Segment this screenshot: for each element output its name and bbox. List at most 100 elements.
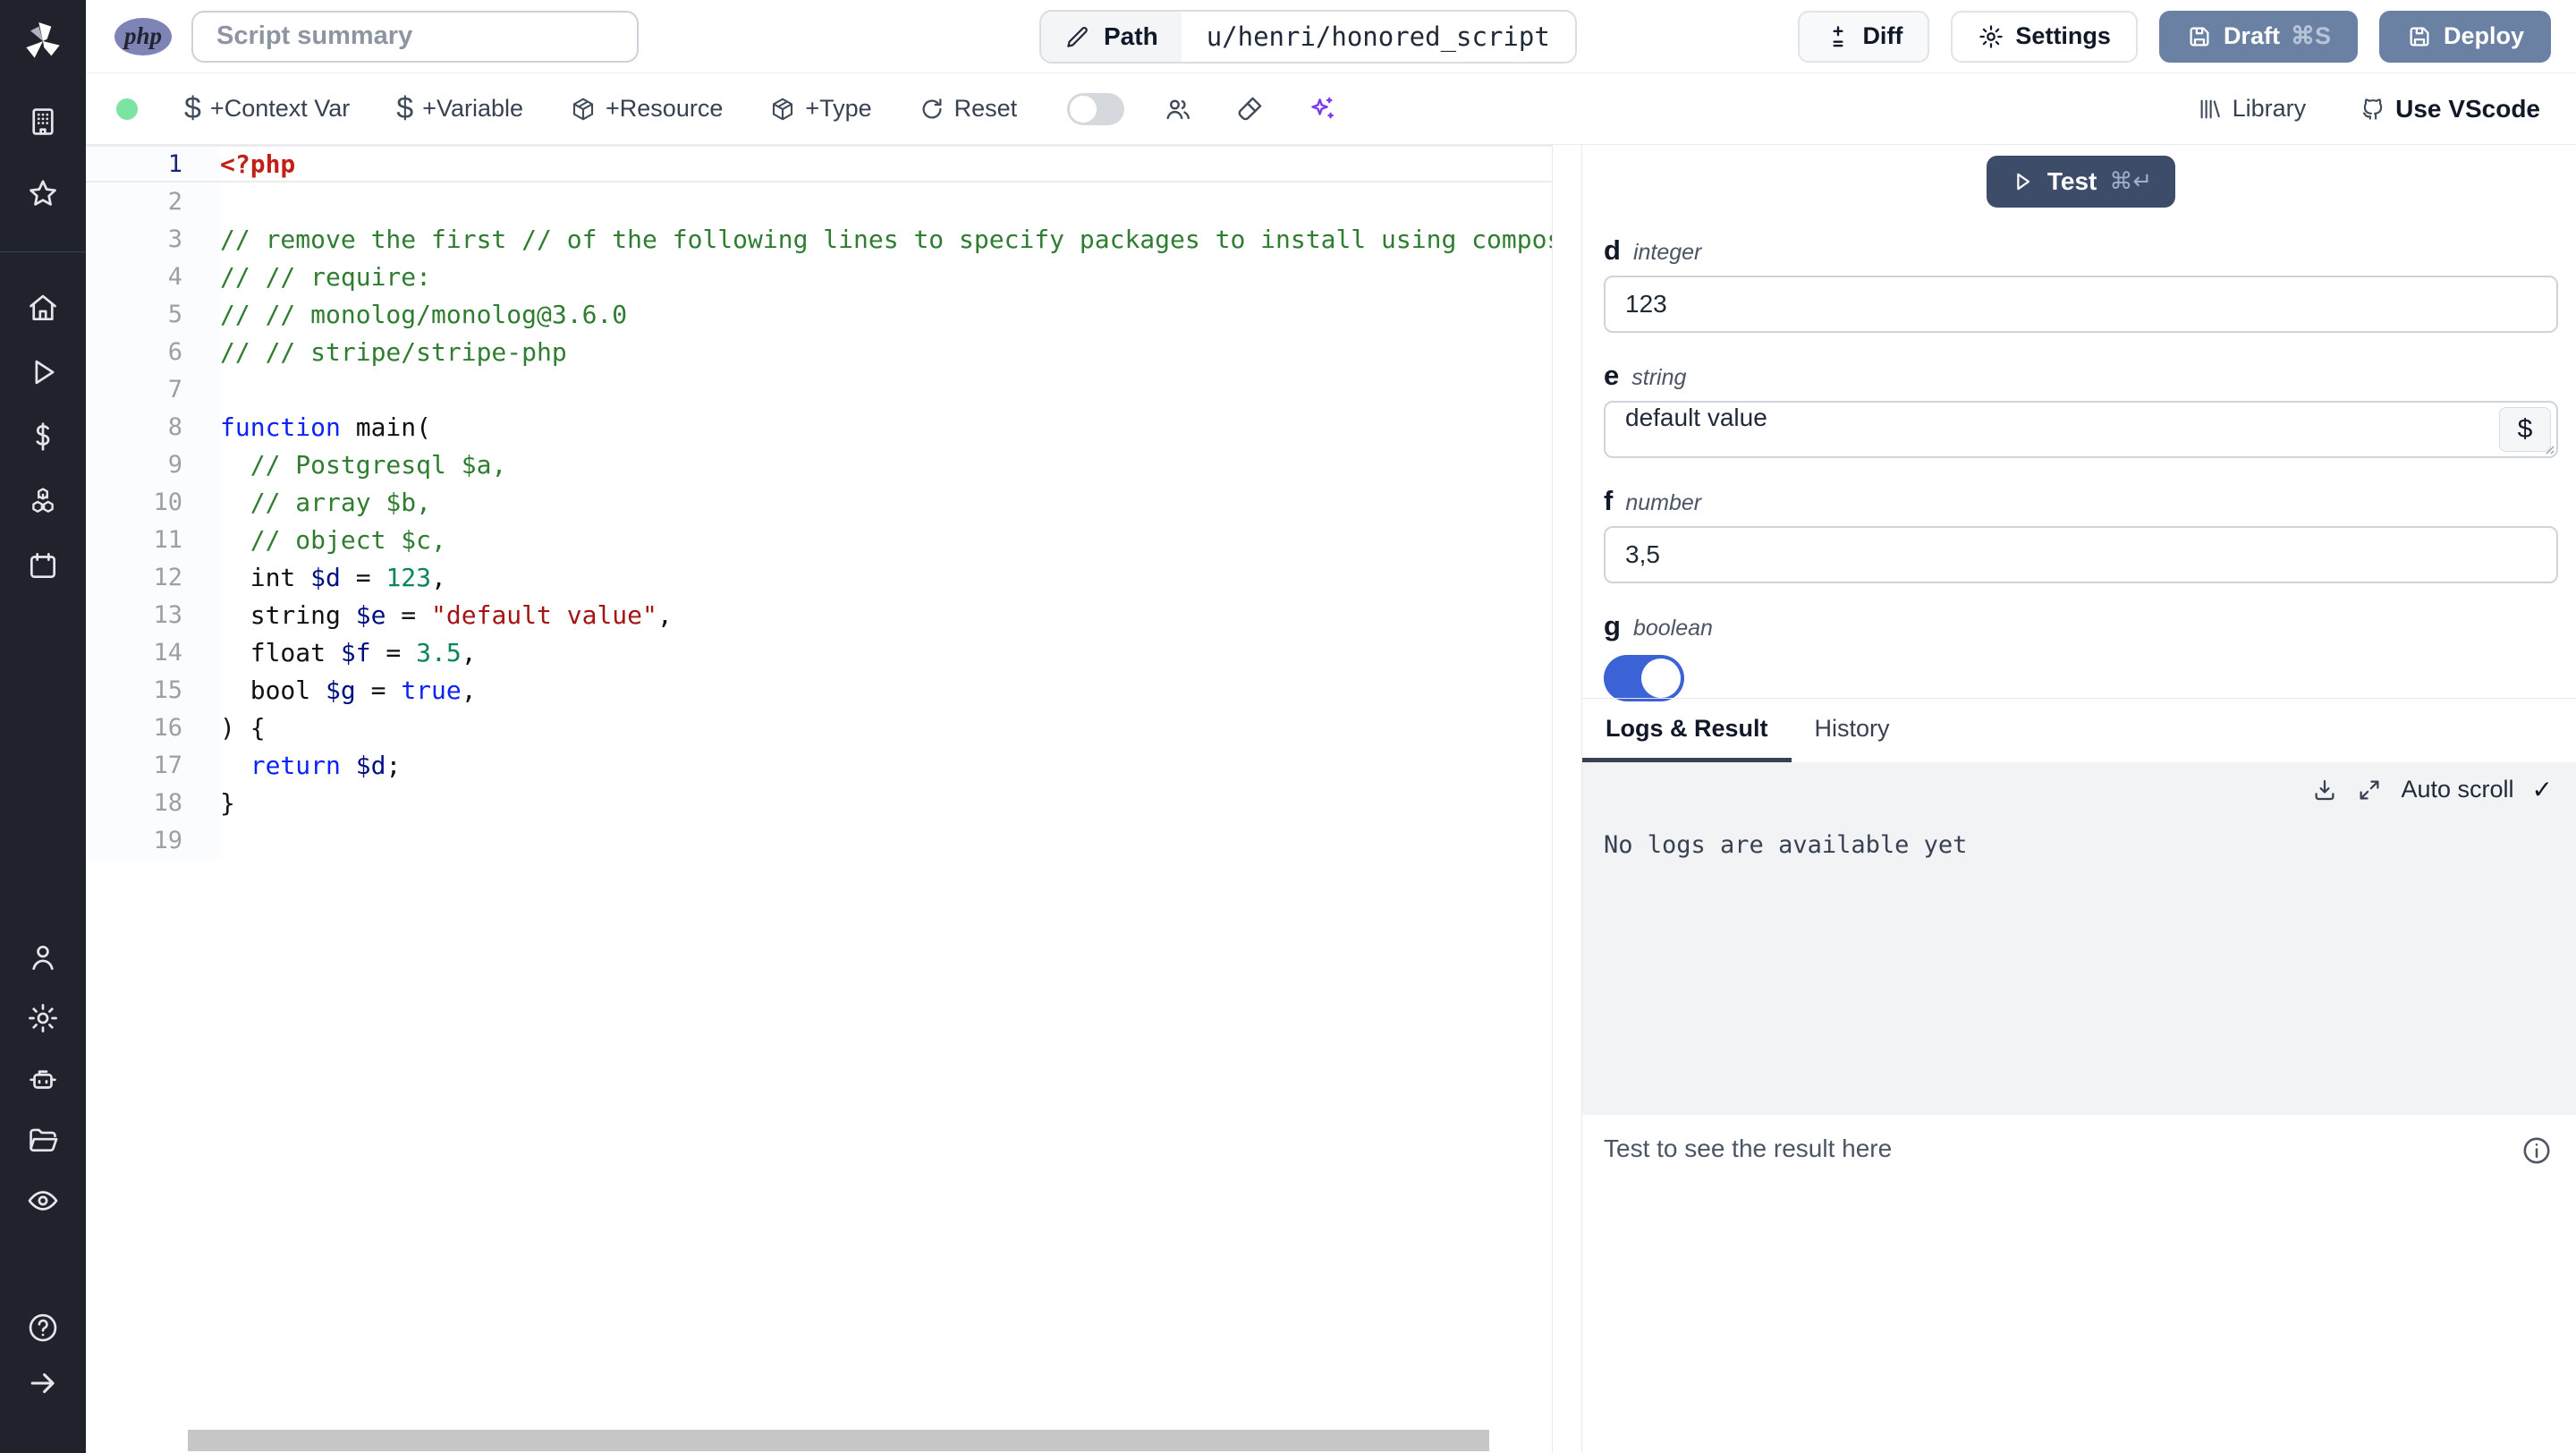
arg-g-toggle[interactable] xyxy=(1604,655,1684,701)
save-floppy-icon xyxy=(2410,27,2429,46)
resize-handle-icon[interactable] xyxy=(2541,441,2555,455)
code-line[interactable]: 2 xyxy=(86,183,1552,220)
code-line[interactable]: 6// // stripe/stripe-php xyxy=(86,333,1552,370)
line-number: 10 xyxy=(86,483,220,521)
autoscroll-check-icon[interactable]: ✓ xyxy=(2532,775,2553,804)
code-line[interactable]: 9 // Postgresql $a, xyxy=(86,446,1552,483)
github-icon xyxy=(2363,98,2383,120)
add-resource-button[interactable]: +Resource xyxy=(570,95,723,123)
ai-sparkles-icon[interactable] xyxy=(1303,91,1339,127)
horizontal-scrollbar[interactable] xyxy=(188,1430,1489,1451)
arg-type: string xyxy=(1631,365,1687,390)
dollar-icon: $ xyxy=(396,91,414,125)
result-placeholder: Test to see the result here xyxy=(1604,1134,1893,1162)
tab-history[interactable]: History xyxy=(1792,699,1913,762)
add-context-var-button[interactable]: $ +Context Var xyxy=(184,91,350,126)
line-number: 3 xyxy=(86,220,220,258)
test-shortcut: ⌘↵ xyxy=(2109,168,2153,195)
path-widget[interactable]: Path u/henri/honored_script xyxy=(1039,9,1577,64)
runs-icon[interactable] xyxy=(25,354,61,390)
variables-icon[interactable] xyxy=(25,419,61,455)
code-line[interactable]: 16) { xyxy=(86,709,1552,746)
add-type-button[interactable]: +Type xyxy=(769,95,872,123)
favorites-star-icon[interactable] xyxy=(25,176,61,212)
arg-name: f xyxy=(1604,485,1614,516)
script-summary-input[interactable] xyxy=(191,10,639,63)
tab-logs-result[interactable]: Logs & Result xyxy=(1582,699,1792,762)
test-button[interactable]: Test ⌘↵ xyxy=(1986,156,2176,208)
draft-button[interactable]: Draft ⌘S xyxy=(2158,10,2358,63)
library-button[interactable]: Library xyxy=(2197,95,2306,123)
code-line[interactable]: 3// remove the first // of the following… xyxy=(86,220,1552,258)
reset-button[interactable]: Reset xyxy=(919,95,1017,123)
line-number: 16 xyxy=(86,709,220,746)
line-content: ) { xyxy=(220,712,266,743)
toolbar-right: Library Use VScode xyxy=(2197,95,2540,123)
path-edit-section[interactable]: Path xyxy=(1041,11,1182,62)
schedules-calendar-icon[interactable] xyxy=(25,548,61,583)
expand-sidebar-arrow-icon[interactable] xyxy=(25,1365,61,1401)
line-content: // remove the first // of the following … xyxy=(220,224,1553,254)
autoscroll-label[interactable]: Auto scroll xyxy=(2401,776,2513,803)
code-line[interactable]: 18} xyxy=(86,784,1552,821)
pencil-icon xyxy=(1067,26,1088,47)
code-line[interactable]: 15 bool $g = true, xyxy=(86,671,1552,709)
code-line[interactable]: 17 return $d; xyxy=(86,746,1552,784)
line-content: // // monolog/monolog@3.6.0 xyxy=(220,299,628,329)
users-icon[interactable] xyxy=(1160,91,1196,127)
windmill-logo-icon[interactable] xyxy=(18,14,68,68)
code-editor[interactable]: 1 <?php 2 3// remove the first // of the fo… xyxy=(86,145,1553,1453)
line-number: 4 xyxy=(86,258,220,295)
gear-icon xyxy=(1979,24,2004,48)
assistant-toggle[interactable] xyxy=(1067,92,1125,125)
folders-icon[interactable] xyxy=(25,1122,61,1158)
code-line[interactable]: 4// // require: xyxy=(86,258,1552,295)
line-content: float $f = 3.5, xyxy=(220,637,477,667)
settings-button[interactable]: Settings xyxy=(1951,10,2138,63)
arg-f-input[interactable] xyxy=(1604,526,2558,583)
diff-button[interactable]: Diff xyxy=(1798,10,1930,63)
diff-icon xyxy=(1833,25,1843,47)
code-line[interactable]: 13 string $e = "default value", xyxy=(86,596,1552,633)
code-line[interactable]: 11 // object $c, xyxy=(86,521,1552,558)
format-brush-icon[interactable] xyxy=(1232,91,1267,127)
arg-d-input[interactable] xyxy=(1604,276,2558,333)
library-icon xyxy=(2200,99,2220,118)
arg-field-f: f number xyxy=(1604,485,2558,583)
code-line[interactable]: 7 xyxy=(86,370,1552,408)
expand-logs-icon[interactable] xyxy=(2356,777,2383,803)
line-content: } xyxy=(220,787,235,818)
home-icon[interactable] xyxy=(25,290,61,326)
editor-toolbar: $ +Context Var $ +Variable +Resource +Ty… xyxy=(86,73,2576,145)
code-line[interactable]: 8 function main( xyxy=(86,408,1552,446)
resources-cubes-icon[interactable] xyxy=(25,483,61,519)
toggle-knob xyxy=(1070,95,1097,123)
header-actions: Diff Settings Draft ⌘S Deploy xyxy=(1798,10,2551,63)
use-vscode-button[interactable]: Use VScode xyxy=(2360,95,2540,123)
deploy-button[interactable]: Deploy xyxy=(2378,10,2551,63)
code-line[interactable]: 5// // monolog/monolog@3.6.0 xyxy=(86,295,1552,333)
code-line[interactable]: 12 int $d = 123, xyxy=(86,558,1552,596)
save-floppy-icon xyxy=(2190,27,2209,46)
info-icon[interactable] xyxy=(2521,1134,2553,1167)
workspace-icon[interactable] xyxy=(25,104,61,140)
code-line[interactable]: 14 float $f = 3.5, xyxy=(86,633,1552,671)
code-line[interactable]: 19 xyxy=(86,821,1552,859)
code-line[interactable]: 1 <?php xyxy=(86,145,1552,183)
workers-robot-icon[interactable] xyxy=(25,1061,61,1097)
line-number: 11 xyxy=(86,521,220,558)
add-variable-button[interactable]: $ +Variable xyxy=(396,91,523,126)
help-icon[interactable] xyxy=(25,1310,61,1346)
arg-e-textarea[interactable]: default value xyxy=(1604,401,2558,458)
user-icon[interactable] xyxy=(25,939,61,975)
line-number: 13 xyxy=(86,596,220,633)
code-line[interactable]: 10 // array $b, xyxy=(86,483,1552,521)
download-logs-icon[interactable] xyxy=(2311,777,2338,803)
audit-eye-icon[interactable] xyxy=(25,1183,61,1219)
arg-name: g xyxy=(1604,610,1621,642)
line-content: // array $b, xyxy=(250,487,432,517)
line-content: <?php xyxy=(220,149,296,179)
toggle-knob xyxy=(1641,659,1681,698)
settings-gear-icon[interactable] xyxy=(25,1000,61,1036)
app: php Path u/henri/honored_script Diff xyxy=(0,0,2576,1453)
